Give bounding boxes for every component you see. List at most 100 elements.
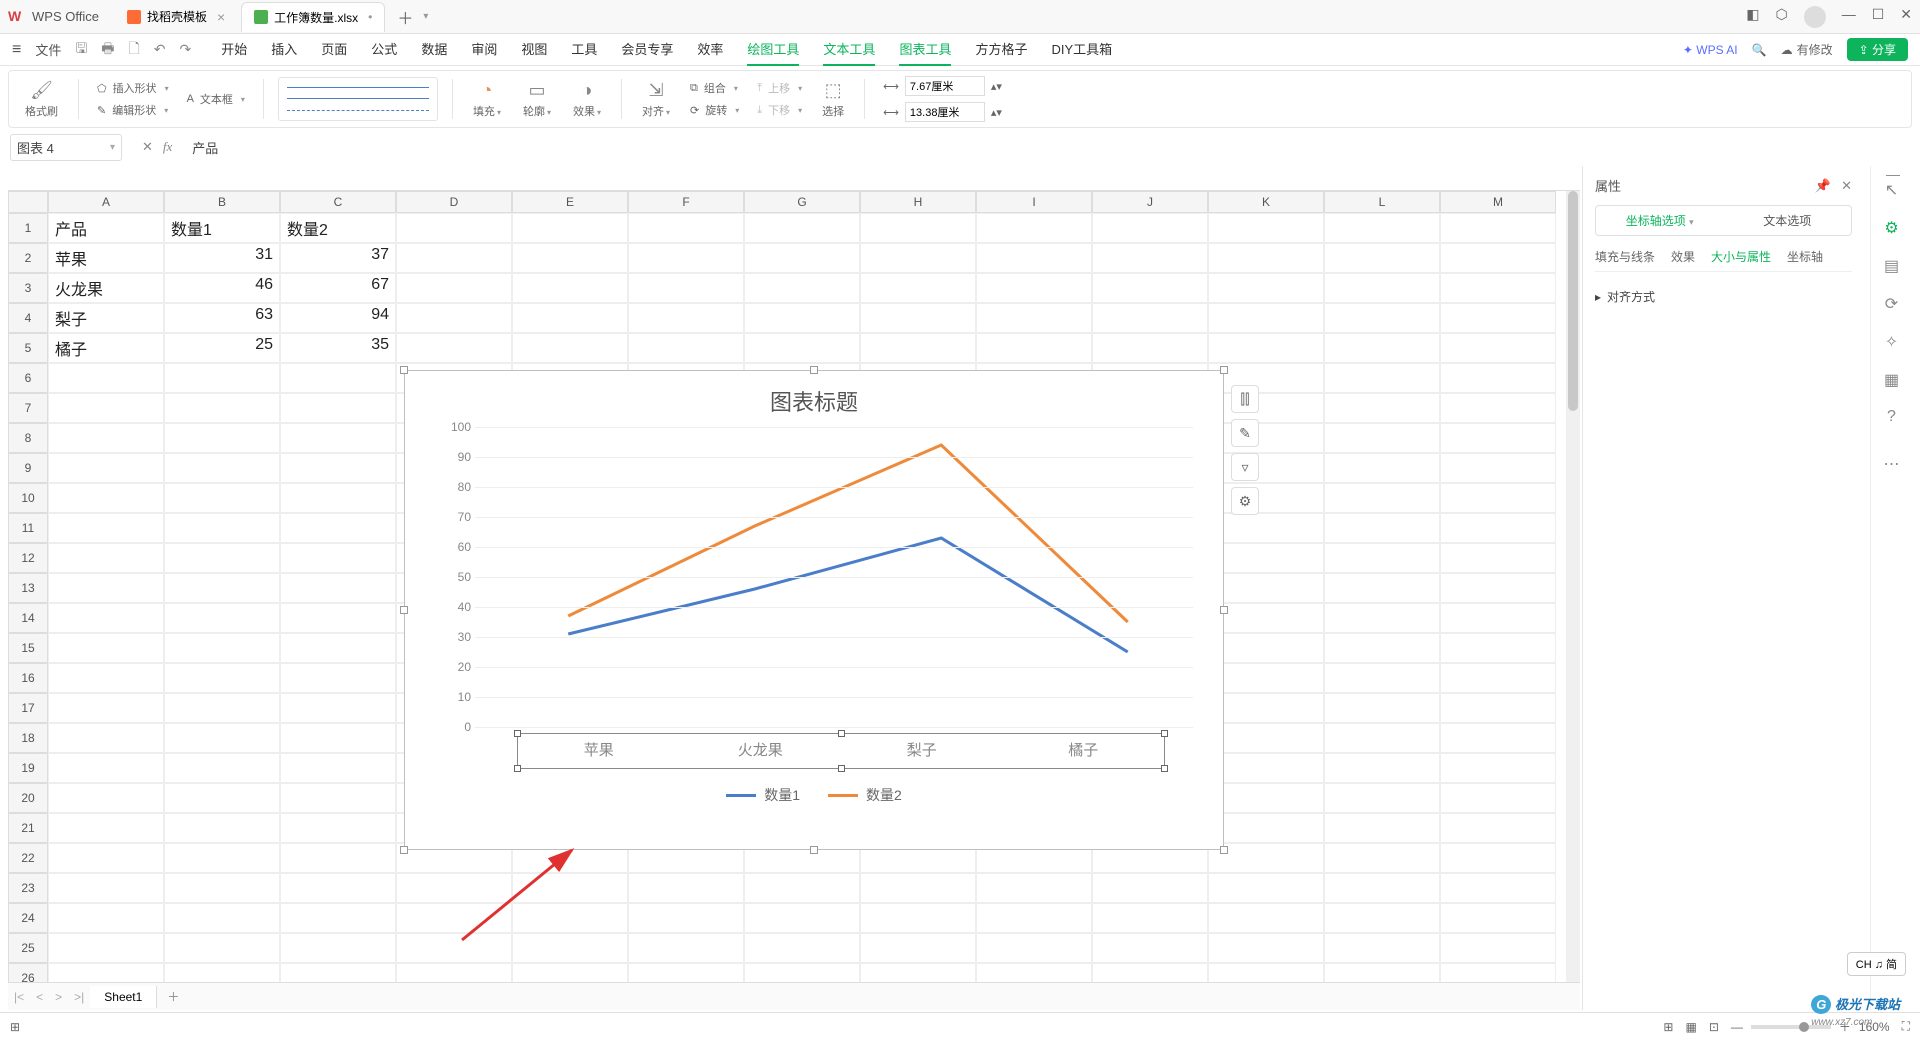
cell[interactable] bbox=[1324, 513, 1440, 543]
cell[interactable] bbox=[1440, 243, 1556, 273]
column-header[interactable]: G bbox=[744, 191, 860, 213]
cell[interactable] bbox=[1440, 843, 1556, 873]
resize-handle[interactable] bbox=[1220, 846, 1228, 854]
cell[interactable] bbox=[48, 513, 164, 543]
cell[interactable] bbox=[1324, 303, 1440, 333]
cell[interactable] bbox=[1092, 213, 1208, 243]
scrollbar-vertical[interactable] bbox=[1566, 191, 1580, 986]
cell[interactable] bbox=[164, 693, 280, 723]
x-category-label[interactable]: 苹果 bbox=[518, 734, 680, 768]
formula-content[interactable]: 产品 bbox=[192, 138, 218, 157]
cell[interactable] bbox=[48, 423, 164, 453]
cell[interactable] bbox=[1440, 873, 1556, 903]
plot-area[interactable]: 苹果火龙果梨子橘子 0102030405060708090100 bbox=[447, 427, 1193, 727]
select-all-corner[interactable] bbox=[8, 191, 48, 213]
cell[interactable]: 67 bbox=[280, 273, 396, 303]
fill-button[interactable]: ◔填充▾ bbox=[467, 80, 507, 119]
cell[interactable] bbox=[1324, 543, 1440, 573]
more-icon[interactable]: ⋯ bbox=[1884, 454, 1900, 474]
menu-tab-视图[interactable]: 视图 bbox=[521, 33, 547, 66]
menu-tab-页面[interactable]: 页面 bbox=[321, 33, 347, 66]
cell[interactable] bbox=[48, 723, 164, 753]
view-break-icon[interactable]: ⊡ bbox=[1709, 1020, 1719, 1034]
cell[interactable] bbox=[860, 213, 976, 243]
cell[interactable] bbox=[1208, 723, 1324, 753]
height-input[interactable]: ⟷▴▾ bbox=[879, 102, 1006, 122]
cell[interactable]: 94 bbox=[280, 303, 396, 333]
cell[interactable] bbox=[164, 813, 280, 843]
row-header[interactable]: 16 bbox=[8, 663, 48, 693]
cell[interactable] bbox=[976, 933, 1092, 963]
menu-tab-公式[interactable]: 公式 bbox=[371, 33, 397, 66]
table-icon[interactable]: ▦ bbox=[1884, 370, 1899, 390]
cell[interactable] bbox=[164, 783, 280, 813]
cell[interactable] bbox=[1324, 633, 1440, 663]
cell[interactable] bbox=[1440, 813, 1556, 843]
cell[interactable] bbox=[48, 903, 164, 933]
file-menu[interactable]: 文件 bbox=[35, 40, 61, 59]
cell[interactable] bbox=[48, 933, 164, 963]
cell[interactable] bbox=[1440, 483, 1556, 513]
cell[interactable] bbox=[280, 453, 396, 483]
x-category-label[interactable]: 橘子 bbox=[1003, 734, 1165, 768]
save-icon[interactable]: 🖫 bbox=[75, 38, 87, 62]
cell[interactable]: 46 bbox=[164, 273, 280, 303]
cell[interactable] bbox=[164, 723, 280, 753]
insert-shape[interactable]: ⬠插入形状▾ bbox=[93, 80, 173, 96]
cell[interactable] bbox=[48, 783, 164, 813]
row-header[interactable]: 19 bbox=[8, 753, 48, 783]
menu-tab-绘图工具[interactable]: 绘图工具 bbox=[747, 33, 799, 66]
cell[interactable] bbox=[1092, 873, 1208, 903]
cell[interactable] bbox=[280, 573, 396, 603]
cell[interactable] bbox=[976, 903, 1092, 933]
help-icon[interactable]: ? bbox=[1887, 408, 1896, 426]
cell[interactable] bbox=[1324, 783, 1440, 813]
cell[interactable] bbox=[1092, 333, 1208, 363]
x-category-label[interactable]: 火龙果 bbox=[680, 734, 842, 768]
wps-ai-button[interactable]: ✦ WPS AI bbox=[1683, 43, 1738, 57]
cell[interactable] bbox=[1208, 753, 1324, 783]
first-sheet-icon[interactable]: |< bbox=[8, 990, 30, 1004]
width-input[interactable]: ⟷▴▾ bbox=[879, 76, 1006, 96]
cell[interactable] bbox=[1092, 243, 1208, 273]
x-category-label[interactable]: 梨子 bbox=[841, 734, 1003, 768]
cell[interactable] bbox=[396, 273, 512, 303]
close-panel-icon[interactable]: ✕ bbox=[1841, 178, 1852, 194]
cell[interactable] bbox=[280, 603, 396, 633]
line-style-gallery[interactable] bbox=[278, 77, 438, 121]
chart-filter-icon[interactable]: ▿ bbox=[1231, 453, 1259, 481]
menu-tab-图表工具[interactable]: 图表工具 bbox=[899, 33, 951, 66]
cell[interactable]: 35 bbox=[280, 333, 396, 363]
cell[interactable] bbox=[860, 273, 976, 303]
cell[interactable] bbox=[1440, 933, 1556, 963]
row-header[interactable]: 24 bbox=[8, 903, 48, 933]
cell[interactable] bbox=[1324, 573, 1440, 603]
panel-icon[interactable]: ◧ bbox=[1746, 6, 1759, 28]
fullscreen-icon[interactable]: ⛶ bbox=[1902, 1019, 1910, 1034]
cell[interactable] bbox=[48, 753, 164, 783]
menu-tab-工具[interactable]: 工具 bbox=[571, 33, 597, 66]
cell[interactable] bbox=[1208, 333, 1324, 363]
cell[interactable] bbox=[1440, 663, 1556, 693]
cell[interactable] bbox=[164, 423, 280, 453]
align-button[interactable]: ⇲对齐▾ bbox=[636, 80, 676, 119]
cell[interactable] bbox=[1324, 693, 1440, 723]
cell[interactable] bbox=[280, 783, 396, 813]
cell[interactable] bbox=[48, 813, 164, 843]
legend-item[interactable]: 数量1 bbox=[726, 785, 800, 805]
resize-handle[interactable] bbox=[400, 366, 408, 374]
cell[interactable] bbox=[628, 933, 744, 963]
cell[interactable] bbox=[976, 213, 1092, 243]
row-header[interactable]: 12 bbox=[8, 543, 48, 573]
menu-tab-文本工具[interactable]: 文本工具 bbox=[823, 33, 875, 66]
cell[interactable] bbox=[1208, 213, 1324, 243]
cell[interactable] bbox=[860, 243, 976, 273]
cell[interactable] bbox=[1440, 543, 1556, 573]
legend-item[interactable]: 数量2 bbox=[828, 785, 902, 805]
cell[interactable] bbox=[164, 513, 280, 543]
edit-shape[interactable]: ✎编辑形状▾ bbox=[93, 102, 173, 118]
cell[interactable] bbox=[280, 873, 396, 903]
status-left-icon[interactable]: ⊞ bbox=[10, 1020, 20, 1034]
settings-icon[interactable]: ⚙ bbox=[1884, 218, 1898, 238]
cell[interactable] bbox=[1440, 393, 1556, 423]
